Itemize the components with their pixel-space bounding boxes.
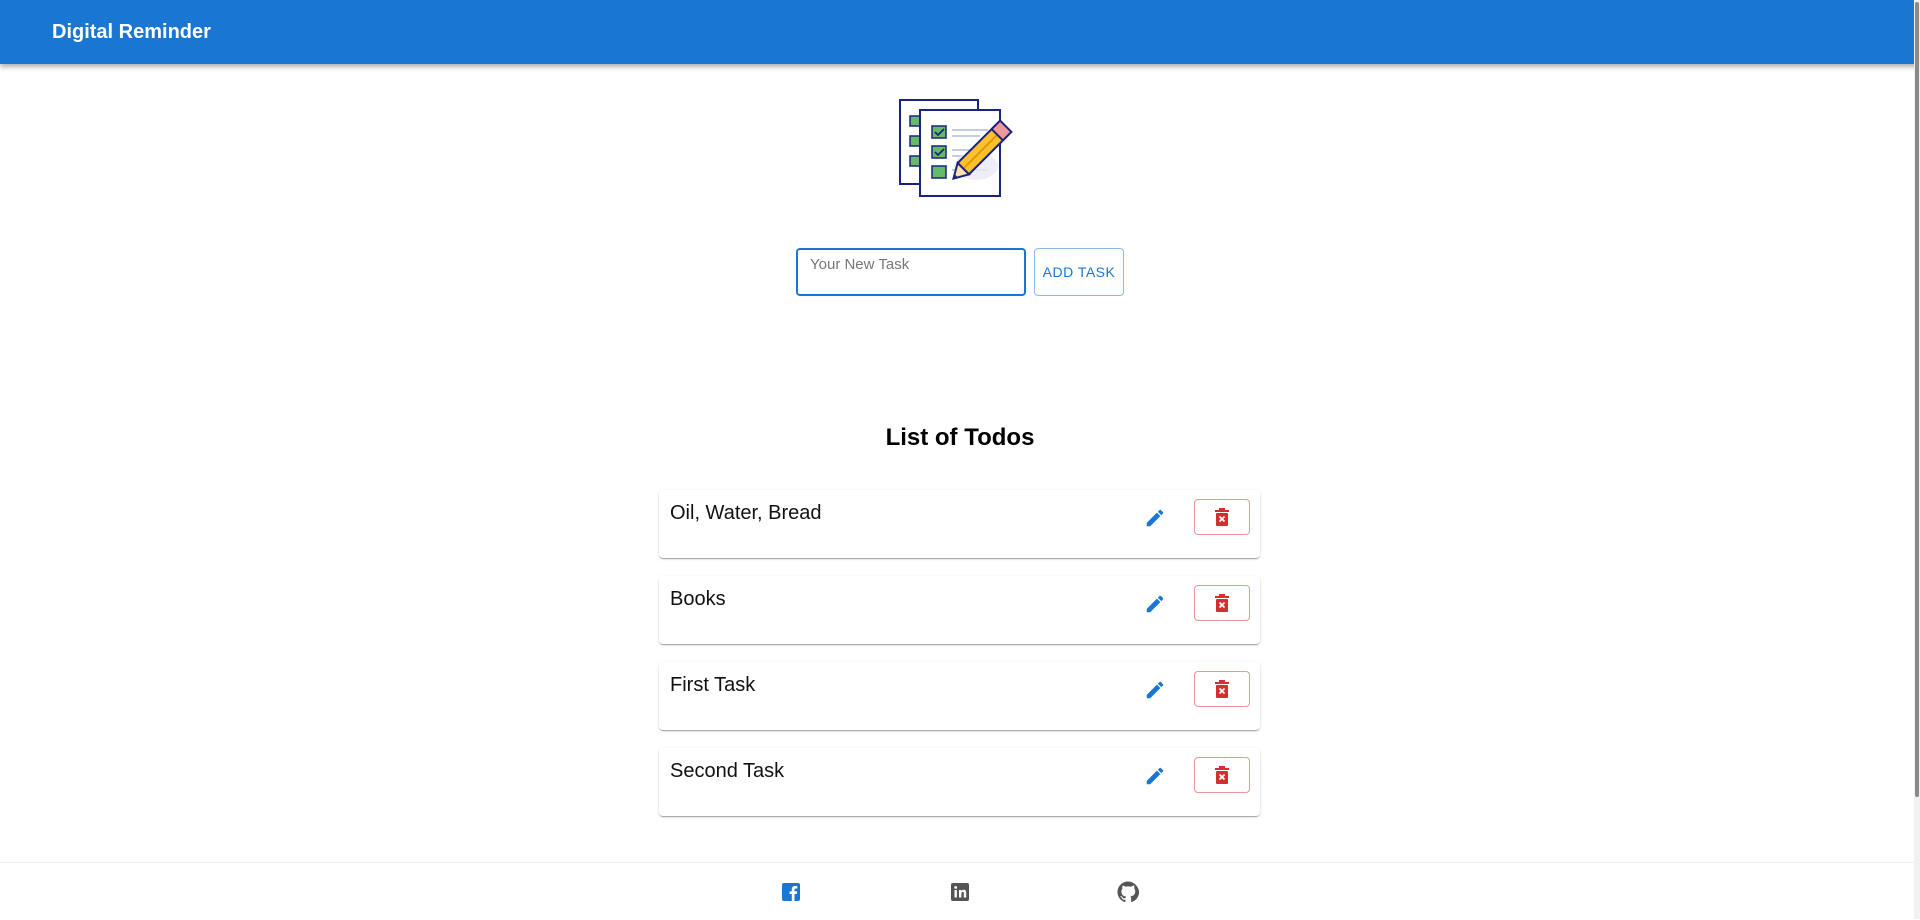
edit-button[interactable] — [1136, 671, 1174, 709]
todo-item: Second Task — [659, 748, 1260, 816]
trash-x-icon — [1215, 766, 1229, 784]
pencil-icon — [1146, 509, 1164, 527]
edit-button[interactable] — [1136, 499, 1174, 537]
edit-button[interactable] — [1136, 757, 1174, 795]
trash-x-icon — [1215, 594, 1229, 612]
facebook-link[interactable] — [780, 881, 802, 903]
linkedin-icon — [951, 883, 969, 901]
trash-x-icon — [1215, 508, 1229, 526]
delete-button[interactable] — [1194, 585, 1250, 621]
pencil-icon — [1146, 681, 1164, 699]
app-title: Digital Reminder — [52, 21, 211, 43]
app-bar: Digital Reminder — [0, 0, 1920, 64]
github-link[interactable] — [1117, 881, 1139, 903]
github-icon — [1117, 881, 1139, 903]
delete-button[interactable] — [1194, 671, 1250, 707]
new-task-field[interactable] — [796, 248, 1026, 296]
todo-text: Books — [670, 588, 726, 610]
todo-item: Books — [659, 576, 1260, 644]
todo-text: Oil, Water, Bread — [670, 502, 822, 524]
todo-text: Second Task — [670, 760, 785, 782]
todo-item: Oil, Water, Bread — [659, 490, 1260, 558]
pencil-icon — [1146, 595, 1164, 613]
pencil-icon — [1146, 767, 1164, 785]
facebook-icon — [782, 883, 800, 901]
trash-x-icon — [1215, 680, 1229, 698]
linkedin-link[interactable] — [949, 881, 971, 903]
footer — [0, 862, 1914, 920]
delete-button[interactable] — [1194, 499, 1250, 535]
delete-button[interactable] — [1194, 757, 1250, 793]
todo-item: First Task — [659, 662, 1260, 730]
scrollbar-thumb[interactable] — [1915, 2, 1919, 797]
list-title: List of Todos — [885, 424, 1035, 451]
edit-button[interactable] — [1136, 585, 1174, 623]
new-task-input[interactable] — [798, 250, 1024, 294]
add-task-button[interactable]: ADD TASK — [1034, 248, 1124, 296]
todo-text: First Task — [670, 674, 756, 696]
todo-logo-icon — [896, 96, 1026, 200]
